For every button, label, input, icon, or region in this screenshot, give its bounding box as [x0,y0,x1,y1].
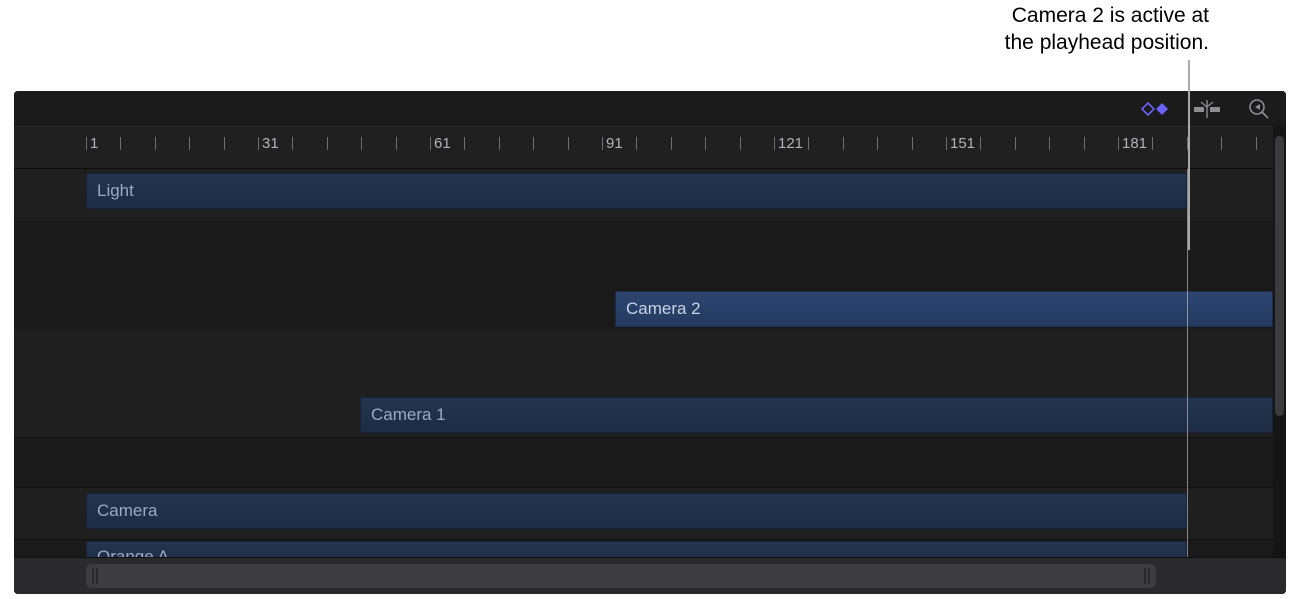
ruler-minor-tick [671,137,672,150]
clip-light[interactable]: Light [86,173,1187,209]
ruler-minor-tick [533,137,534,150]
ruler-minor-tick [327,137,328,150]
ruler-minor-tick [843,137,844,150]
ruler-minor-tick [808,137,809,150]
ruler-minor-tick [877,137,878,150]
ruler-minor-tick [396,137,397,150]
annotation-line-1: Camera 2 is active at [1005,2,1209,29]
ruler-label: 1 [90,135,98,152]
ruler-minor-tick [705,137,706,150]
ruler-label: 121 [778,135,803,152]
scrollbar-grip-right[interactable] [1144,568,1150,584]
ruler-label: 151 [950,135,975,152]
zoom-icon[interactable] [1244,98,1274,120]
scrollbar-grip-left[interactable] [92,568,98,584]
timeline-toolbar [14,91,1286,126]
ruler-minor-tick [1015,137,1016,150]
ruler-minor-tick [120,137,121,150]
ruler-minor-tick [1256,137,1257,150]
clip-camera[interactable]: Camera [86,493,1187,529]
ruler-minor-tick [361,137,362,150]
clip-camera2[interactable]: Camera 2 [615,291,1273,327]
ruler-major-tick [602,137,603,150]
ruler-label: 61 [434,135,451,152]
ruler-major-tick [258,137,259,150]
horizontal-scrollbar[interactable] [14,557,1286,594]
keyframe-icon[interactable] [1140,98,1170,120]
ruler-major-tick [430,137,431,150]
ruler-major-tick [946,137,947,150]
ruler-minor-tick [912,137,913,150]
annotation-line-2: the playhead position. [1005,29,1209,56]
vertical-scrollbar[interactable] [1273,126,1286,557]
ruler-minor-tick [189,137,190,150]
ruler-minor-tick [636,137,637,150]
ruler-major-tick [774,137,775,150]
ruler-minor-tick [499,137,500,150]
annotation-leader-line [1188,60,1190,250]
timeline-ruler[interactable]: 1 31 61 91 121 151 181 [14,126,1273,169]
ruler-minor-tick [292,137,293,150]
ruler-minor-tick [1221,137,1222,150]
annotation-caption: Camera 2 is active at the playhead posit… [1005,2,1209,56]
ruler-label: 31 [262,135,279,152]
ruler-label: 181 [1122,135,1147,152]
snapping-icon[interactable] [1192,98,1222,120]
ruler-minor-tick [1084,137,1085,150]
ruler-minor-tick [1152,137,1153,150]
ruler-minor-tick [155,137,156,150]
ruler-minor-tick [1049,137,1050,150]
ruler-label: 91 [606,135,623,152]
ruler-major-tick [1118,137,1119,150]
timeline-tracks: LightCamera 2Camera 1CameraOrange A2 Obj… [14,169,1273,557]
track-row [14,437,1273,487]
ruler-minor-tick [980,137,981,150]
ruler-major-tick [86,137,87,150]
clip-camera1[interactable]: Camera 1 [360,397,1273,433]
vertical-scrollbar-thumb[interactable] [1275,136,1284,416]
horizontal-scrollbar-thumb[interactable] [86,564,1156,588]
ruler-minor-tick [740,137,741,150]
ruler-minor-tick [464,137,465,150]
timeline-panel: 1 31 61 91 121 151 181 Light Camera 2 Camera 1 Ca… [14,91,1286,594]
ruler-minor-tick [568,137,569,150]
ruler-minor-tick [224,137,225,150]
